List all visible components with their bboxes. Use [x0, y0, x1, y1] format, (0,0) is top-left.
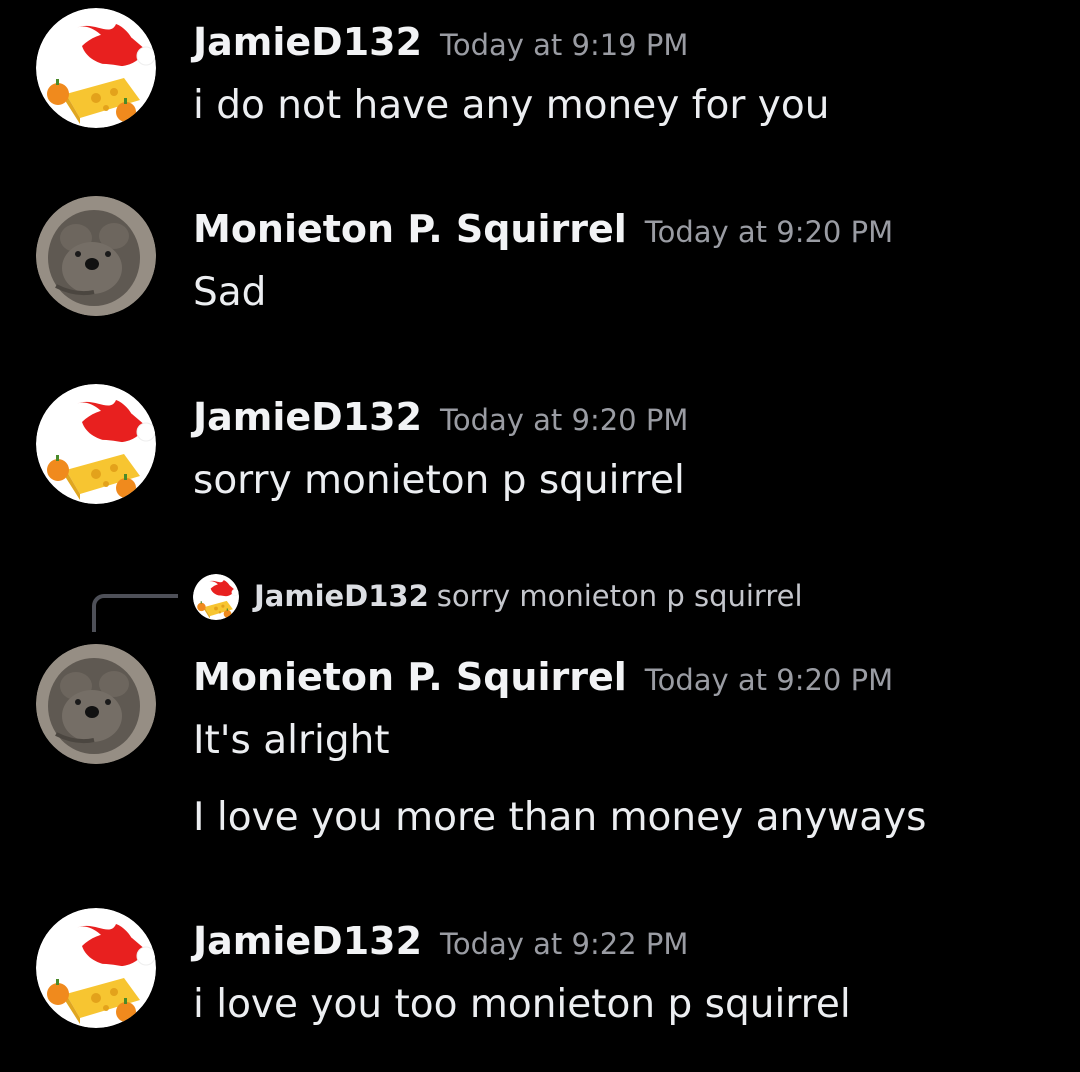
timestamp: Today at 9:22 PM [440, 927, 689, 961]
timestamp: Today at 9:20 PM [440, 403, 689, 437]
reply-preview[interactable]: JamieD132 sorry monieton p squirrel [254, 579, 803, 613]
message-header: Monieton P. Squirrel Today at 9:20 PM [193, 207, 893, 251]
timestamp: Today at 9:19 PM [440, 28, 689, 62]
message-header: Monieton P. Squirrel Today at 9:20 PM [193, 655, 893, 699]
timestamp: Today at 9:20 PM [644, 663, 894, 697]
message-header: JamieD132 Today at 9:20 PM [193, 395, 688, 439]
santa-hat-cheese-icon[interactable] [36, 908, 156, 1028]
santa-hat-cheese-icon[interactable] [36, 8, 156, 128]
message-text: i do not have any money for you [193, 83, 830, 128]
santa-hat-cheese-icon[interactable] [36, 384, 156, 504]
message-text: i love you too monieton p squirrel [193, 982, 851, 1027]
reply-username[interactable]: JamieD132 [254, 579, 429, 613]
message-text: I love you more than money anyways [193, 795, 927, 840]
username[interactable]: JamieD132 [193, 919, 422, 963]
reply-avatar-icon[interactable] [193, 574, 239, 620]
reply-spine [92, 594, 178, 632]
message-text: Sad [193, 270, 267, 315]
username[interactable]: Monieton P. Squirrel [193, 207, 627, 251]
reply-snippet[interactable]: sorry monieton p squirrel [437, 579, 803, 613]
message-header: JamieD132 Today at 9:19 PM [193, 20, 688, 64]
message-text: sorry monieton p squirrel [193, 458, 685, 503]
username[interactable]: Monieton P. Squirrel [193, 655, 627, 699]
username[interactable]: JamieD132 [193, 395, 422, 439]
message-header: JamieD132 Today at 9:22 PM [193, 919, 688, 963]
plush-animal-avatar[interactable] [36, 644, 156, 764]
timestamp: Today at 9:20 PM [644, 215, 894, 249]
username[interactable]: JamieD132 [193, 20, 422, 64]
plush-animal-avatar[interactable] [36, 196, 156, 316]
message-text: It's alright [193, 718, 390, 763]
